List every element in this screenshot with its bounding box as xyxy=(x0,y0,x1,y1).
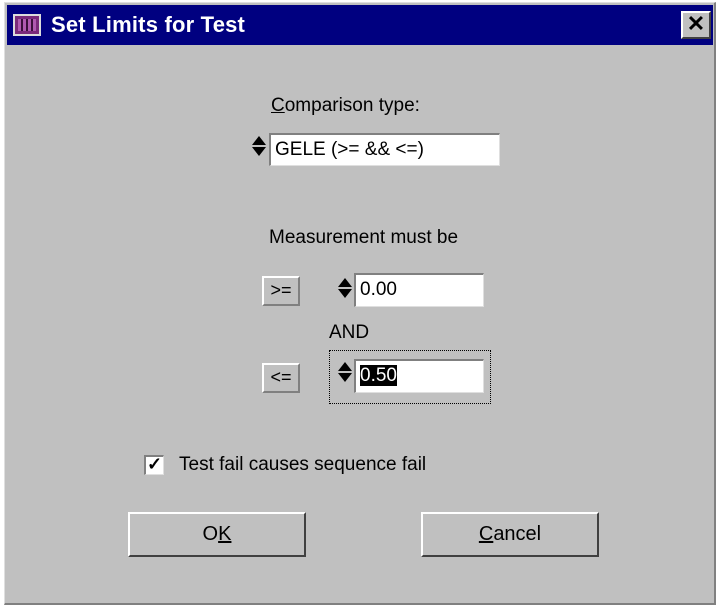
spinner-down-icon[interactable] xyxy=(338,289,352,298)
checkmark-icon: ✓ xyxy=(147,454,163,474)
fail-sequence-label[interactable]: Test fail causes sequence fail xyxy=(179,454,426,476)
window-title: Set Limits for Test xyxy=(51,12,246,37)
close-button[interactable]: ✕ xyxy=(681,11,711,39)
spinner-up-icon[interactable] xyxy=(338,362,352,371)
high-limit-spinner[interactable] xyxy=(337,362,353,382)
close-icon: ✕ xyxy=(686,11,706,36)
high-limit-value: 0.50 xyxy=(360,365,397,386)
low-operator-button[interactable]: >= xyxy=(262,276,300,306)
comparison-type-field[interactable]: GELE (>= && <=) xyxy=(269,133,500,166)
measurement-label: Measurement must be xyxy=(269,227,459,248)
low-limit-field[interactable]: 0.00 xyxy=(354,273,484,307)
low-limit-spinner[interactable] xyxy=(337,278,353,298)
title-bar[interactable]: Set Limits for Test ✕ xyxy=(7,5,713,45)
and-label: AND xyxy=(329,322,370,343)
fail-sequence-checkbox[interactable]: ✓ xyxy=(144,454,164,475)
high-operator-button[interactable]: <= xyxy=(262,363,300,393)
comparison-spinner[interactable] xyxy=(251,136,267,156)
spinner-up-icon[interactable] xyxy=(252,136,266,145)
high-limit-field[interactable]: 0.50 xyxy=(354,359,484,393)
comparison-type-value: GELE (>= && <=) xyxy=(275,139,424,160)
spinner-down-icon[interactable] xyxy=(252,147,266,156)
cancel-button[interactable]: Cancel xyxy=(421,512,599,557)
spinner-down-icon[interactable] xyxy=(338,373,352,382)
app-icon xyxy=(13,14,41,36)
low-limit-value: 0.00 xyxy=(360,279,397,300)
ok-button[interactable]: OK xyxy=(128,512,306,557)
spinner-up-icon[interactable] xyxy=(338,278,352,287)
comparison-type-label: Comparison type: xyxy=(271,95,420,116)
